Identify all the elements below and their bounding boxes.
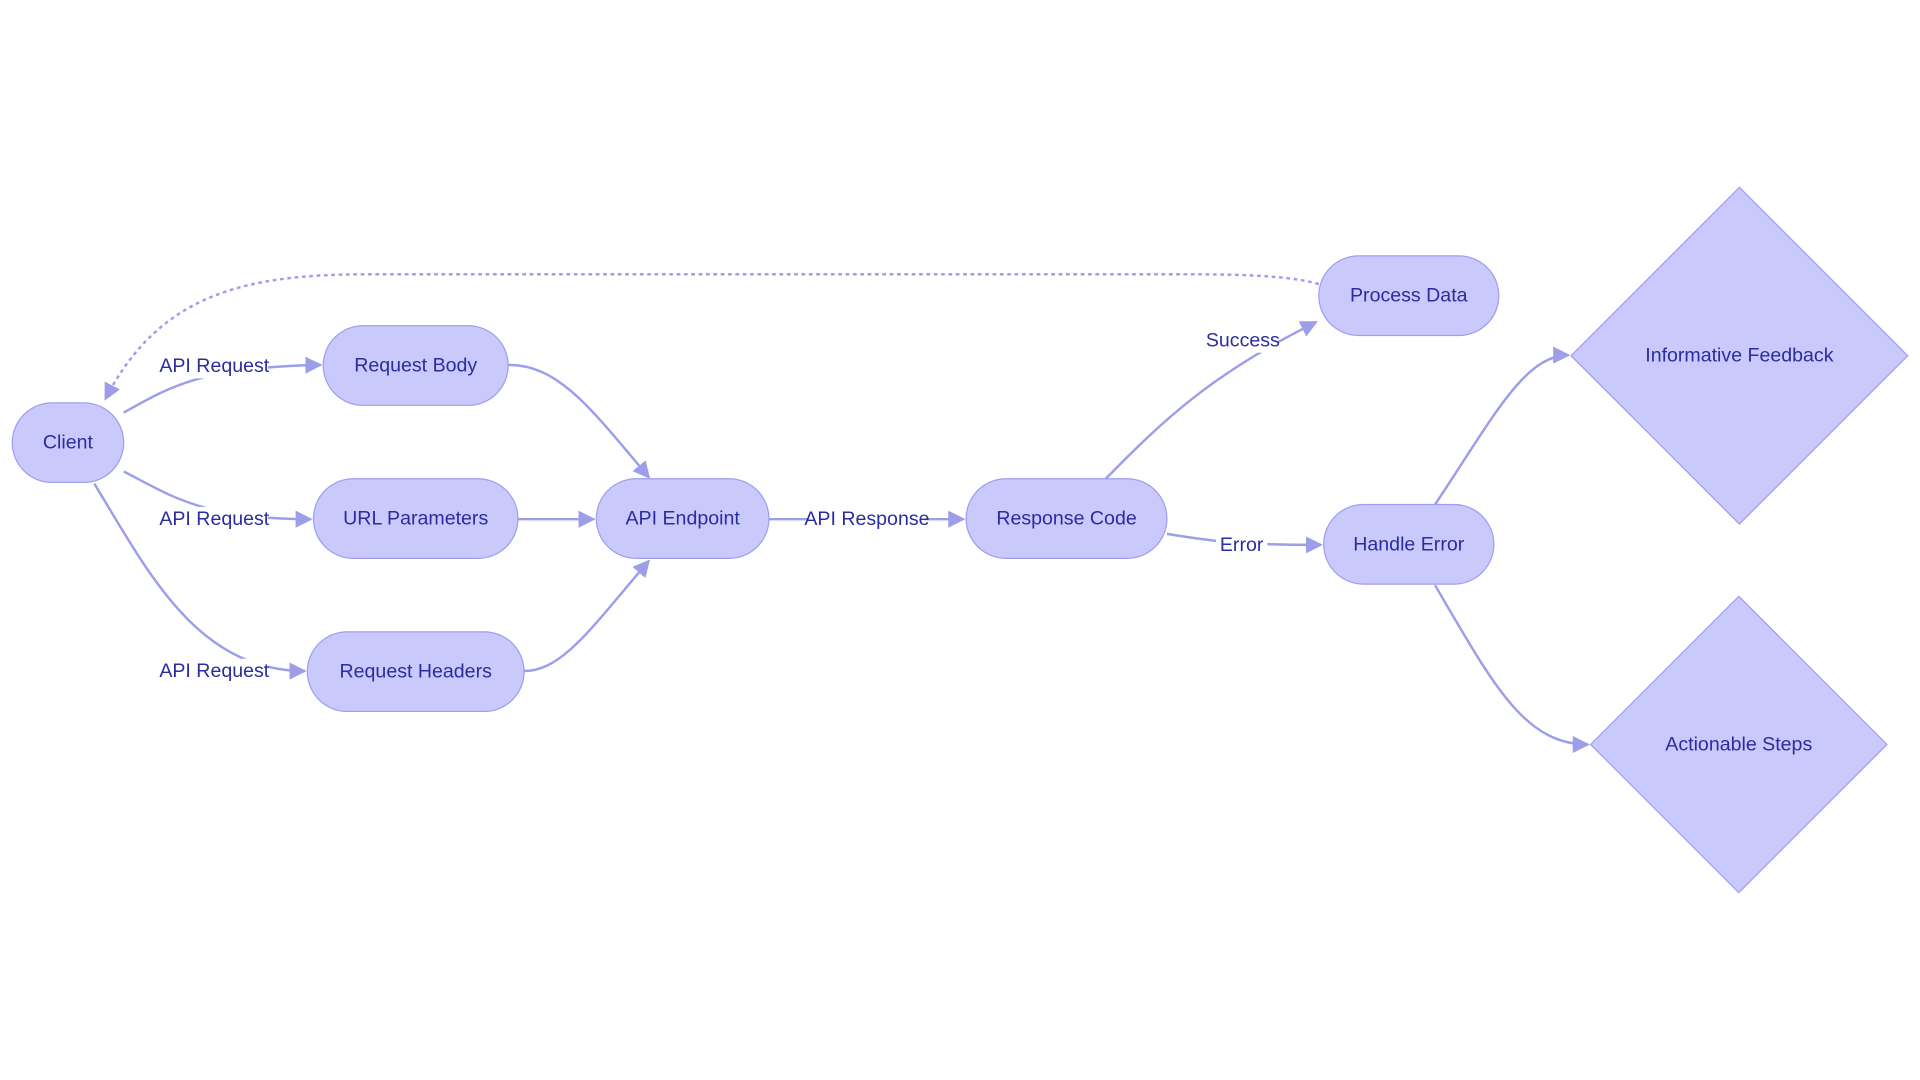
node-informative-feedback[interactable]: Informative Feedback xyxy=(1570,186,1909,525)
edge-label: API Request xyxy=(159,355,269,377)
edge-label: API Request xyxy=(159,660,269,682)
node-request-headers[interactable]: Request Headers xyxy=(306,631,525,713)
node-label: Request Body xyxy=(354,355,477,377)
node-request-body[interactable]: Request Body xyxy=(322,325,509,406)
edge-label: Success xyxy=(1206,329,1280,351)
node-label: Process Data xyxy=(1350,285,1468,307)
node-response-code[interactable]: Response Code xyxy=(965,478,1168,559)
node-api-endpoint[interactable]: API Endpoint xyxy=(595,478,770,559)
edge-label: API Response xyxy=(804,508,929,530)
flowchart: Client Request Body URL Parameters Request … xyxy=(11,186,1909,894)
node-label: Request Headers xyxy=(340,661,493,683)
node-label: Actionable Steps xyxy=(1665,733,1812,755)
node-label: Client xyxy=(43,432,94,454)
edge-handle-error-to-informative-feedback xyxy=(1434,346,1571,506)
node-label: Response Code xyxy=(996,508,1137,530)
node-label: API Endpoint xyxy=(626,508,741,530)
edge-label: Error xyxy=(1220,534,1264,556)
edge-process-data-to-client xyxy=(104,273,1320,401)
node-label: Informative Feedback xyxy=(1645,345,1833,367)
node-label: URL Parameters xyxy=(343,508,488,530)
edge-handle-error-to-actionable-steps xyxy=(1434,584,1590,754)
node-process-data[interactable]: Process Data xyxy=(1318,255,1500,337)
edge-request-headers-to-api-endpoint xyxy=(524,559,651,673)
edge-request-body-to-api-endpoint xyxy=(508,363,651,479)
node-label: Handle Error xyxy=(1353,533,1464,555)
node-client[interactable]: Client xyxy=(11,402,125,484)
node-actionable-steps[interactable]: Actionable Steps xyxy=(1589,595,1888,894)
edge-label: API Request xyxy=(159,508,269,530)
node-url-parameters[interactable]: URL Parameters xyxy=(312,478,519,559)
node-handle-error[interactable]: Handle Error xyxy=(1323,503,1495,585)
